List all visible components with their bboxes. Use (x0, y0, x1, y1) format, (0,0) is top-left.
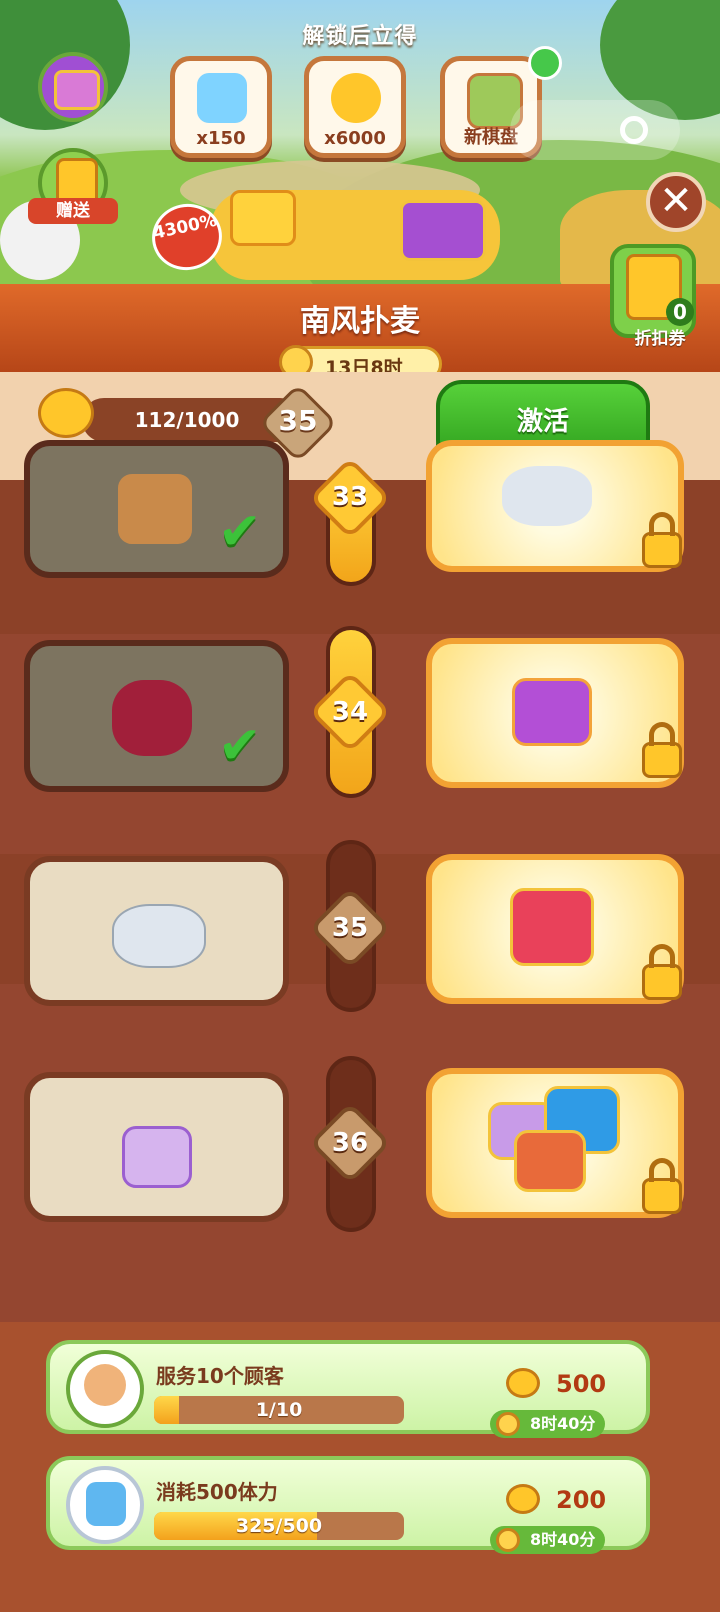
task-title: 服务10个顾客 (156, 1364, 284, 1388)
coupon-count: 0 (666, 298, 694, 326)
task-item[interactable]: 服务10个顾客 1/10 500 8时40分 (46, 1340, 650, 1438)
tier-33-premium-reward[interactable] (426, 440, 684, 572)
task-progress-text: 1/10 (255, 1399, 303, 1421)
gift-box-icon (230, 190, 296, 246)
check-icon: ✔ (218, 502, 262, 562)
purple-chest-icon (54, 70, 100, 110)
tier-33-level: 33 (331, 482, 369, 512)
tier-36-free-reward[interactable] (24, 1072, 289, 1222)
lock-icon (642, 1178, 682, 1214)
gift-box-icon (400, 200, 486, 261)
tier-34-level: 34 (331, 697, 369, 727)
task-title: 消耗500体力 (156, 1480, 278, 1504)
tier-35-level: 35 (331, 913, 369, 943)
coupon-label: 折扣券 (634, 329, 686, 349)
purple-chest-icon (512, 678, 592, 746)
task-reward: 500 (556, 1370, 607, 1398)
tier-35-premium-reward[interactable] (426, 854, 684, 1004)
mystery-box-icon (118, 474, 192, 544)
energy-avatar-icon (66, 1466, 144, 1544)
energy-bolt-icon (86, 1482, 126, 1526)
unlock-reward-energy[interactable]: x150 (170, 56, 272, 158)
lock-icon (642, 964, 682, 1000)
close-circle-icon[interactable] (620, 116, 648, 144)
shell-bowl-icon (502, 466, 592, 526)
tier-36-level: 36 (331, 1128, 369, 1158)
close-button[interactable]: ✕ (646, 172, 706, 232)
shell-bowl-icon (112, 904, 206, 968)
task-reward: 200 (556, 1486, 607, 1514)
bee-icon (506, 1368, 540, 1398)
bee-icon (506, 1484, 540, 1514)
mini-program-capsule[interactable] (510, 100, 680, 160)
purple-star-chest-icon (122, 1126, 192, 1188)
task-progress-text: 325/500 (235, 1515, 323, 1537)
orange-chest-icon (514, 1130, 586, 1192)
task-time: 8时40分 (490, 1526, 606, 1554)
unlock-reward-bees[interactable]: x6000 (304, 56, 406, 158)
tier-34-free-reward[interactable]: ✔ (24, 640, 289, 792)
chest-side-button[interactable] (38, 52, 108, 122)
search-icon[interactable] (528, 46, 562, 80)
gift-label: 赠送 (28, 198, 118, 224)
close-icon: ✕ (659, 178, 693, 224)
lock-icon (642, 742, 682, 778)
task-item[interactable]: 消耗500体力 325/500 200 8时40分 (46, 1456, 650, 1554)
points-text: 112/1000 (134, 408, 240, 432)
clock-icon (496, 1412, 520, 1436)
tier-35-free-reward[interactable] (24, 856, 289, 1006)
bee-icon (331, 73, 381, 123)
lock-icon (642, 532, 682, 568)
farmer-avatar-icon (66, 1350, 144, 1428)
check-icon: ✔ (218, 716, 262, 776)
tier-36-premium-reward[interactable] (426, 1068, 684, 1218)
tier-34-premium-reward[interactable] (426, 638, 684, 788)
tier-33-free-reward[interactable]: ✔ (24, 440, 289, 578)
current-level: 35 (278, 404, 318, 437)
mystery-chest-icon (510, 888, 594, 966)
unlock-title: 解锁后立得 (302, 24, 418, 49)
ruby-gem-icon (112, 680, 192, 756)
clock-icon (496, 1528, 520, 1552)
energy-bolt-icon (197, 73, 247, 123)
task-time: 8时40分 (490, 1410, 606, 1438)
